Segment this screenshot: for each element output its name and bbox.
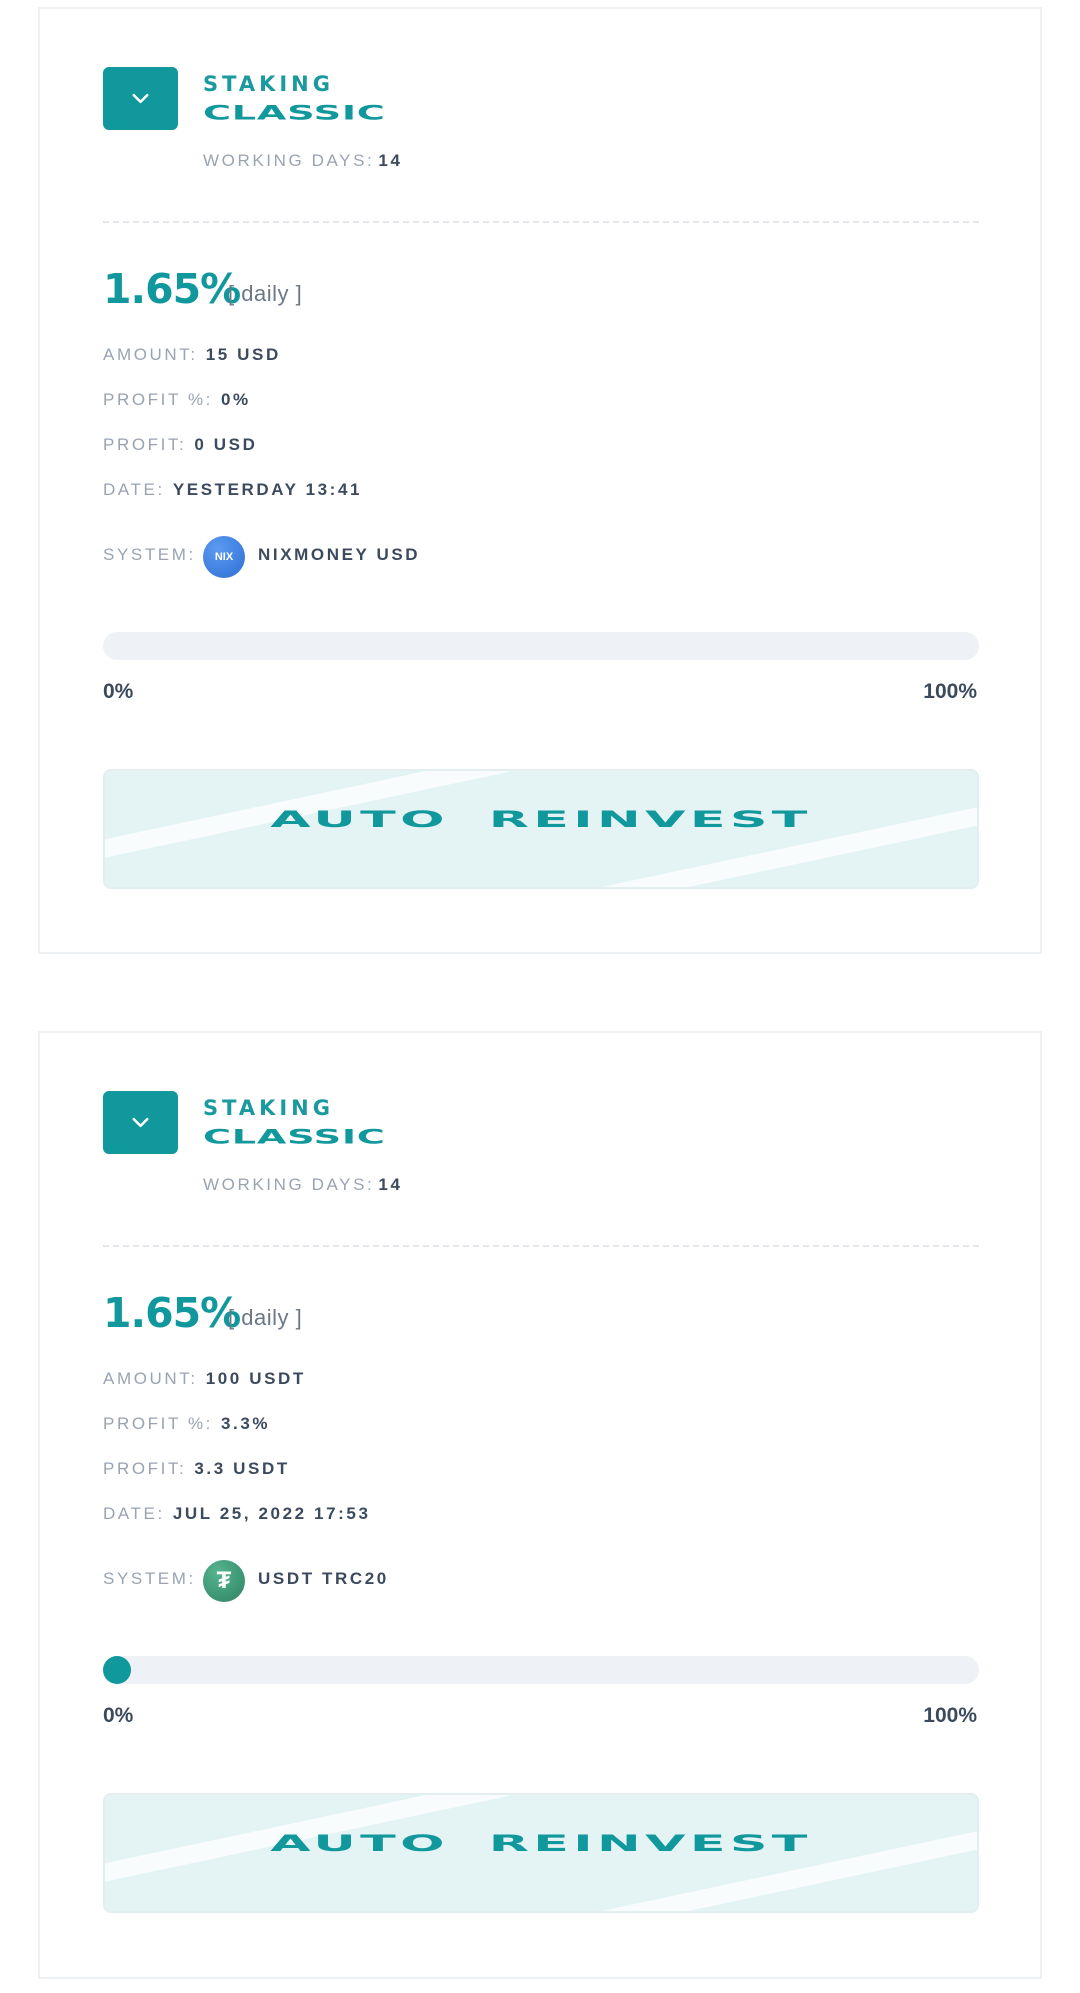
date-value: YESTERDAY 13:41 — [172, 480, 363, 499]
system-label: SYSTEM: — [103, 1569, 196, 1588]
progress-fill — [103, 1656, 131, 1684]
expand-toggle-button[interactable] — [103, 67, 178, 130]
progress-min-label: 0% — [103, 1704, 134, 1727]
progress-min-label: 0% — [103, 680, 134, 703]
profit-percent-row: PROFIT %: 3.3% — [103, 1414, 270, 1434]
auto-reinvest-label: AUTO REINVEST — [270, 807, 812, 833]
plan-type: STAKING — [203, 72, 334, 96]
working-days-value: 14 — [378, 1175, 403, 1194]
profit-percent-row: PROFIT %: 0% — [103, 390, 251, 410]
progress-bar — [103, 632, 979, 660]
amount-row: AMOUNT: 15 USD — [103, 345, 281, 365]
tether-coin-icon: ₮ — [203, 1560, 245, 1602]
profit-value: 3.3 USDT — [194, 1459, 290, 1478]
amount-row: AMOUNT: 100 USDT — [103, 1369, 306, 1389]
rate-value: 1.65% — [103, 1289, 241, 1337]
working-days: WORKING DAYS: 14 — [203, 1175, 403, 1195]
nixmoney-coin-icon: NIX — [203, 536, 245, 578]
profit-percent-value: 0% — [221, 390, 251, 409]
expand-toggle-button[interactable] — [103, 1091, 178, 1154]
date-row: DATE: JUL 25, 2022 17:53 — [103, 1504, 371, 1524]
plan-name: CLASSIC — [203, 1125, 386, 1149]
progress-max-label: 100% — [923, 680, 977, 703]
rate-value: 1.65% — [103, 265, 241, 313]
profit-percent-value: 3.3% — [221, 1414, 271, 1433]
profit-percent-label: PROFIT %: — [103, 1414, 213, 1433]
rate-period: [ daily ] — [228, 281, 303, 306]
date-label: DATE: — [103, 1504, 165, 1523]
divider — [103, 1245, 979, 1247]
profit-row: PROFIT: 3.3 USDT — [103, 1459, 290, 1479]
amount-value: 100 USDT — [205, 1369, 306, 1388]
deposit-card: STAKING CLASSIC WORKING DAYS: 14 1.65% [ … — [38, 7, 1042, 954]
rate-period: [ daily ] — [228, 1305, 303, 1330]
working-days: WORKING DAYS: 14 — [203, 151, 403, 171]
auto-reinvest-label: AUTO REINVEST — [270, 1831, 812, 1857]
profit-value: 0 USD — [194, 435, 258, 454]
system-label: SYSTEM: — [103, 545, 196, 564]
divider — [103, 221, 979, 223]
date-label: DATE: — [103, 480, 165, 499]
chevron-down-icon — [132, 1117, 149, 1128]
chevron-down-icon — [132, 93, 149, 104]
date-row: DATE: YESTERDAY 13:41 — [103, 480, 362, 500]
profit-label: PROFIT: — [103, 1459, 187, 1478]
plan-type: STAKING — [203, 1096, 334, 1120]
amount-value: 15 USD — [205, 345, 281, 364]
system-name: USDT TRC20 — [258, 1569, 389, 1588]
profit-label: PROFIT: — [103, 435, 187, 454]
auto-reinvest-button[interactable]: AUTO REINVEST — [103, 769, 979, 889]
progress-bar — [103, 1656, 979, 1684]
amount-label: AMOUNT: — [103, 345, 198, 364]
system-name: NIXMONEY USD — [258, 545, 421, 564]
working-days-value: 14 — [378, 151, 403, 170]
amount-label: AMOUNT: — [103, 1369, 198, 1388]
auto-reinvest-button[interactable]: AUTO REINVEST — [103, 1793, 979, 1913]
progress-max-label: 100% — [923, 1704, 977, 1727]
plan-name: CLASSIC — [203, 101, 386, 125]
profit-percent-label: PROFIT %: — [103, 390, 213, 409]
deposit-card: STAKING CLASSIC WORKING DAYS: 14 1.65% [ … — [38, 1031, 1042, 1979]
working-days-label: WORKING DAYS: — [203, 151, 375, 170]
date-value: JUL 25, 2022 17:53 — [172, 1504, 371, 1523]
working-days-label: WORKING DAYS: — [203, 1175, 375, 1194]
profit-row: PROFIT: 0 USD — [103, 435, 257, 455]
